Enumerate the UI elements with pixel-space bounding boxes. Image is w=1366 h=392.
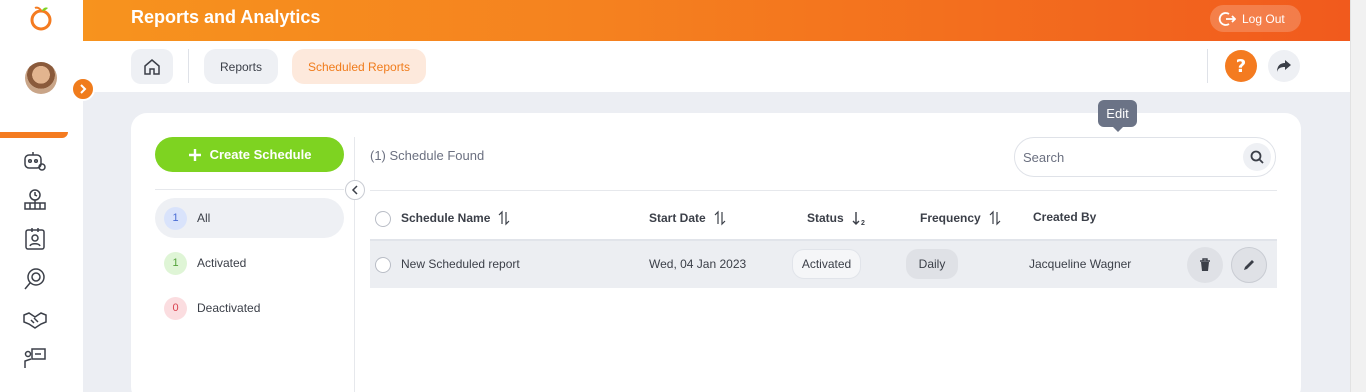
- divider: [188, 49, 189, 83]
- chevron-left-icon: [351, 185, 358, 195]
- left-rail: [0, 0, 83, 392]
- share-button[interactable]: [1268, 50, 1300, 82]
- create-schedule-label: Create Schedule: [209, 147, 312, 162]
- rail-active-indicator: [0, 132, 68, 138]
- column-header-schedule-name[interactable]: Schedule Name: [401, 210, 510, 226]
- scheduled-reports-card: Create Schedule 1 All 1 Activated 0 Deac…: [131, 113, 1301, 392]
- share-arrow-icon: [1277, 60, 1291, 72]
- handshake-icon[interactable]: [22, 306, 48, 332]
- search-box: [1014, 137, 1276, 177]
- svg-text:2: 2: [861, 220, 865, 226]
- trash-icon: [1200, 258, 1210, 271]
- filter-label: Activated: [197, 256, 247, 270]
- column-label: Start Date: [649, 211, 706, 225]
- sort-both-icon: [498, 210, 510, 226]
- search-input[interactable]: [1023, 147, 1233, 167]
- logout-icon: [1218, 11, 1236, 26]
- table-header: Schedule Name Start Date Status 2 Freque…: [370, 197, 1277, 241]
- logout-label: Log Out: [1242, 11, 1285, 26]
- column-header-frequency[interactable]: Frequency: [920, 210, 1001, 226]
- org-chart-clock-icon[interactable]: [22, 187, 48, 213]
- column-header-created-by: Created By: [1033, 210, 1096, 224]
- filter-deactivated[interactable]: 0 Deactivated: [155, 288, 344, 328]
- avatar[interactable]: [25, 62, 57, 94]
- help-button[interactable]: ?: [1225, 50, 1257, 82]
- results-count: (1) Schedule Found: [370, 148, 485, 163]
- breadcrumb: Reports Scheduled Reports ?: [83, 41, 1350, 92]
- created-by: Jacqueline Wagner: [1029, 257, 1132, 271]
- column-label: Frequency: [920, 211, 981, 225]
- filter-all[interactable]: 1 All: [155, 198, 344, 238]
- orange-logo-icon[interactable]: [28, 5, 54, 31]
- id-badge-icon[interactable]: [22, 226, 48, 252]
- edit-button[interactable]: [1231, 247, 1267, 283]
- target-search-icon[interactable]: [22, 266, 48, 292]
- divider: [1207, 49, 1208, 83]
- divider: [370, 190, 1277, 191]
- create-schedule-button[interactable]: Create Schedule: [155, 137, 344, 172]
- logout-button[interactable]: Log Out: [1210, 5, 1301, 32]
- row-checkbox[interactable]: [375, 257, 391, 273]
- delete-button[interactable]: [1187, 247, 1223, 283]
- chevron-right-icon: [80, 84, 87, 94]
- pencil-icon: [1244, 260, 1254, 270]
- top-bar: Reports and Analytics Log Out: [83, 0, 1350, 41]
- column-label: Created By: [1033, 210, 1097, 224]
- filter-count: 0: [164, 296, 187, 320]
- expand-rail-button[interactable]: [71, 77, 95, 101]
- breadcrumb-scheduled-reports[interactable]: Scheduled Reports: [292, 49, 426, 84]
- filter-count: 1: [164, 206, 187, 230]
- collapse-panel-button[interactable]: [345, 180, 365, 200]
- home-icon: [144, 58, 160, 75]
- plus-icon: [188, 148, 201, 161]
- select-all-checkbox[interactable]: [375, 211, 391, 227]
- edit-tooltip: Edit: [1098, 100, 1137, 132]
- home-button[interactable]: [131, 49, 173, 84]
- bot-settings-icon[interactable]: [22, 148, 48, 174]
- column-label: Schedule Name: [401, 211, 491, 225]
- status-badge: Activated: [792, 249, 861, 279]
- frequency-badge: Daily: [906, 249, 958, 279]
- search-icon: [1250, 150, 1264, 164]
- schedule-name: New Scheduled report: [401, 257, 520, 271]
- page-title: Reports and Analytics: [131, 7, 321, 27]
- breadcrumb-reports[interactable]: Reports: [204, 49, 278, 84]
- presentation-icon[interactable]: [22, 346, 48, 372]
- filter-label: All: [197, 211, 211, 225]
- column-header-status[interactable]: Status 2: [807, 210, 866, 226]
- filter-label: Deactivated: [197, 301, 261, 315]
- start-date: Wed, 04 Jan 2023: [649, 257, 747, 271]
- sort-both-icon: [714, 210, 726, 226]
- divider: [155, 189, 344, 190]
- column-label: Status: [807, 211, 844, 225]
- sort-both-icon: [989, 210, 1001, 226]
- filter-activated[interactable]: 1 Activated: [155, 243, 344, 283]
- search-button[interactable]: [1243, 143, 1271, 171]
- sort-descending-icon: 2: [852, 212, 865, 226]
- column-header-start-date[interactable]: Start Date: [649, 210, 726, 226]
- table-row[interactable]: New Scheduled report Wed, 04 Jan 2023 Ac…: [370, 241, 1277, 288]
- panel-divider: [354, 137, 355, 392]
- filter-count: 1: [164, 251, 187, 275]
- page-scrollbar[interactable]: [1350, 0, 1366, 392]
